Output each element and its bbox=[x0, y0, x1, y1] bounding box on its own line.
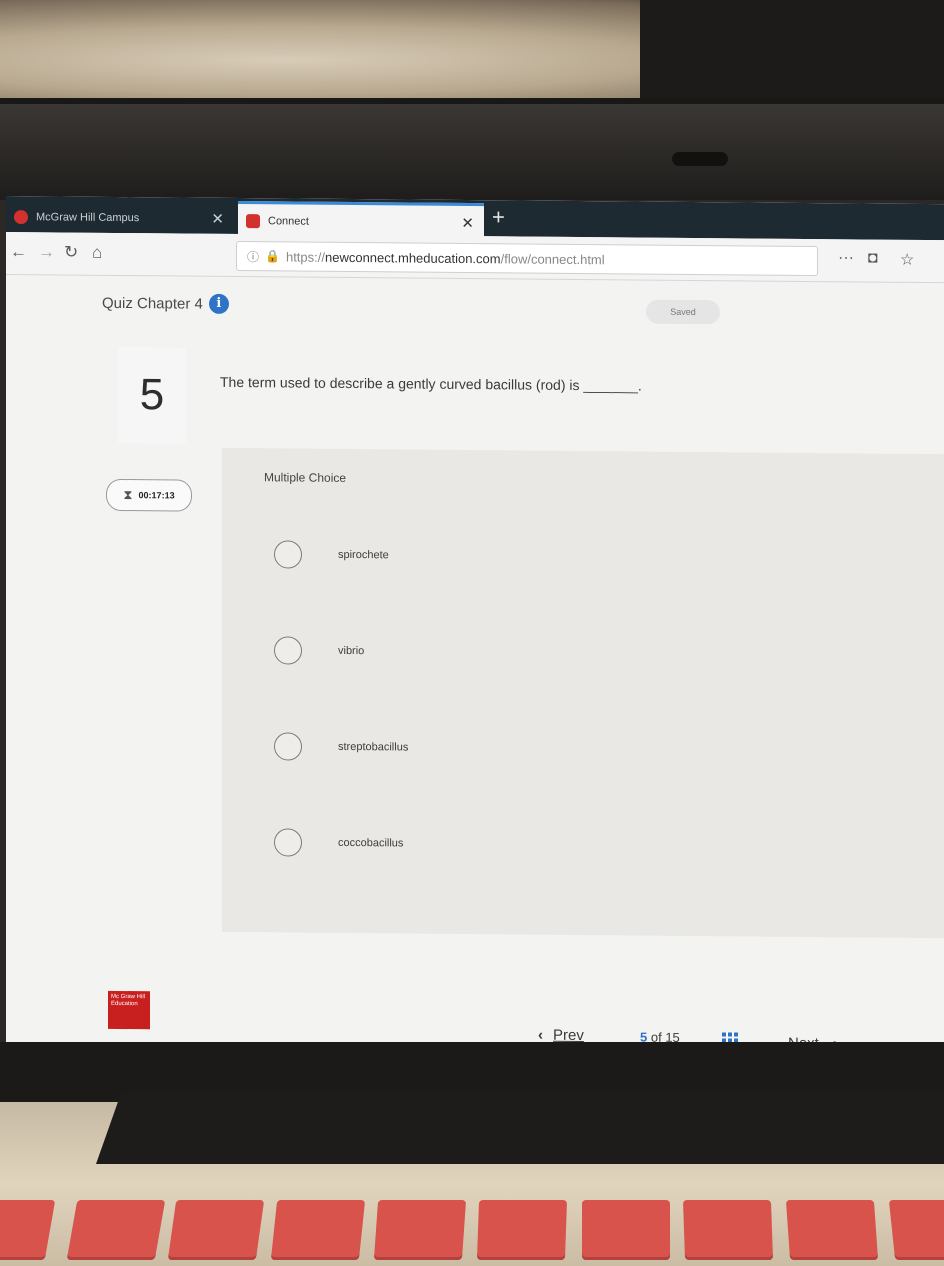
answer-option-label[interactable]: coccobacillus bbox=[338, 837, 403, 850]
timer: ⧗ 00:17:13 bbox=[106, 478, 192, 512]
key bbox=[888, 1200, 944, 1260]
bookmark-star-icon[interactable]: ☆ bbox=[900, 250, 914, 270]
answer-option[interactable]: coccobacillus bbox=[274, 828, 403, 857]
pocket-icon[interactable]: ◘ bbox=[868, 250, 878, 268]
tab-label: Connect bbox=[268, 214, 309, 228]
answer-option-label[interactable]: streptobacillus bbox=[338, 741, 408, 754]
radio-button[interactable] bbox=[274, 732, 302, 761]
info-circle-icon[interactable]: ⓘ bbox=[247, 248, 259, 265]
webcam bbox=[672, 152, 728, 166]
radio-button[interactable] bbox=[274, 828, 302, 857]
browser-toolbar: ← → ↻ ⌂ ⓘ 🔒 https://newconnect.mheducati… bbox=[6, 232, 944, 284]
mcgraw-favicon-icon bbox=[14, 210, 28, 225]
address-bar[interactable]: ⓘ 🔒 https://newconnect.mheducation.com/f… bbox=[236, 241, 818, 277]
answer-option[interactable]: streptobacillus bbox=[274, 732, 408, 761]
saved-status-badge: Saved bbox=[646, 299, 720, 325]
laptop-hinge bbox=[96, 1092, 944, 1164]
laptop-screen: McGraw Hill Campus ✕ Connect ✕ + ← → ↻ ⌂… bbox=[6, 196, 944, 1051]
answer-option-label[interactable]: vibrio bbox=[338, 645, 364, 657]
laptop-lid-edge bbox=[0, 98, 944, 104]
key bbox=[476, 1200, 568, 1260]
answer-option[interactable]: spirochete bbox=[274, 540, 389, 569]
quiz-title-text: Quiz Chapter 4 bbox=[102, 294, 203, 313]
key bbox=[66, 1200, 166, 1260]
radio-button[interactable] bbox=[274, 636, 302, 665]
timer-value: 00:17:13 bbox=[138, 490, 175, 501]
new-tab-plus-icon[interactable]: + bbox=[492, 204, 505, 230]
key bbox=[373, 1200, 467, 1260]
background-photo-dark bbox=[640, 0, 944, 100]
home-icon[interactable]: ⌂ bbox=[92, 243, 102, 263]
back-arrow-icon[interactable]: ← bbox=[10, 242, 27, 262]
question-text: The term used to describe a gently curve… bbox=[220, 373, 642, 394]
connect-favicon-icon bbox=[246, 213, 260, 228]
forward-arrow-icon[interactable]: → bbox=[38, 242, 55, 262]
logo-text: Mc Graw Hill Education bbox=[111, 993, 145, 1008]
page-actions-menu-icon[interactable]: ··· bbox=[838, 249, 854, 267]
key bbox=[785, 1200, 879, 1260]
answer-panel: Multiple Choice spirochete vibrio strept… bbox=[222, 447, 944, 939]
keyboard-function-row bbox=[0, 1200, 944, 1266]
mcgraw-hill-logo: Mc Graw Hill Education bbox=[108, 990, 150, 1030]
question-number: 5 bbox=[118, 346, 186, 444]
hourglass-icon: ⧗ bbox=[123, 487, 133, 503]
key bbox=[682, 1200, 774, 1260]
answer-option-label[interactable]: spirochete bbox=[338, 549, 389, 561]
key bbox=[582, 1200, 670, 1260]
info-icon[interactable]: i bbox=[208, 293, 229, 314]
url-path: /flow/connect.html bbox=[500, 250, 605, 267]
radio-button[interactable] bbox=[274, 540, 302, 569]
close-icon[interactable]: ✕ bbox=[211, 210, 224, 228]
key bbox=[167, 1200, 265, 1260]
question-type-label: Multiple Choice bbox=[264, 470, 347, 485]
url-prefix: https:// bbox=[285, 248, 325, 265]
close-icon[interactable]: ✕ bbox=[461, 213, 474, 231]
reload-icon[interactable]: ↻ bbox=[64, 243, 78, 263]
answer-option[interactable]: vibrio bbox=[274, 636, 364, 665]
tab-label: McGraw Hill Campus bbox=[36, 211, 140, 225]
key bbox=[270, 1200, 366, 1260]
tab-mcgraw-hill-campus[interactable]: McGraw Hill Campus ✕ bbox=[6, 202, 234, 234]
lock-warning-icon: 🔒 bbox=[265, 249, 280, 264]
quiz-title: Quiz Chapter 4 i bbox=[102, 293, 229, 314]
laptop-bezel bbox=[0, 100, 944, 200]
key bbox=[0, 1200, 56, 1260]
url-domain: newconnect.mheducation.com bbox=[325, 249, 501, 266]
